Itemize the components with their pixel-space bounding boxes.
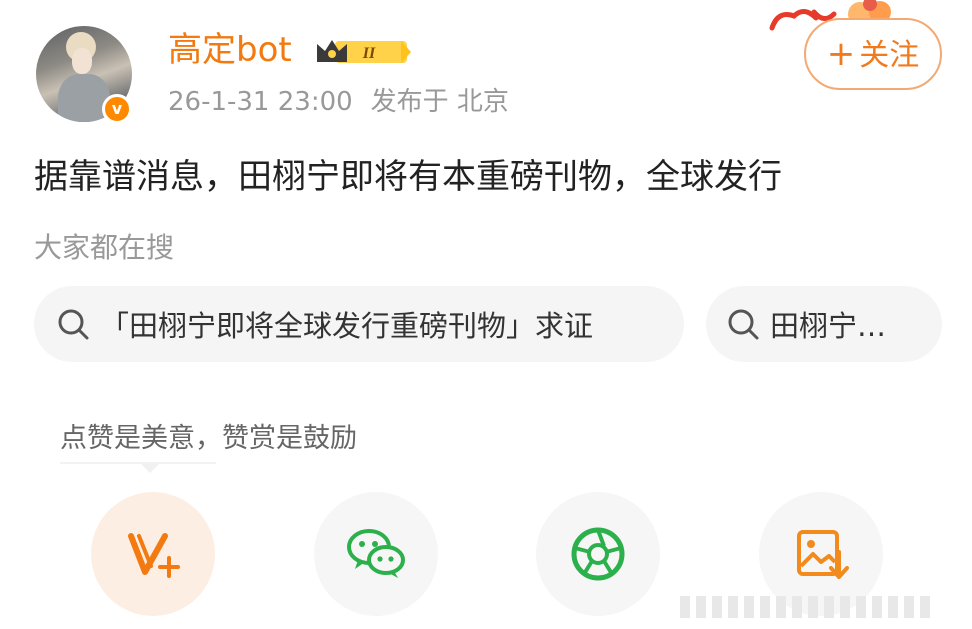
save-image-icon (797, 530, 849, 579)
trending-search-label: 大家都在搜 (34, 231, 175, 264)
search-chip-text: 「田栩宁即将全球发行重磅刊物」求证 (100, 309, 594, 343)
plus-icon: + (826, 34, 856, 74)
tip-arrow-icon (140, 463, 160, 473)
search-icon (728, 309, 759, 340)
reward-v-icon (128, 533, 180, 578)
moments-icon (571, 527, 625, 581)
wechat-icon (347, 529, 405, 578)
search-icon (58, 309, 89, 340)
post-timestamp: 26-1-31 23:00 (168, 87, 353, 117)
search-chip[interactable]: 田栩宁… (706, 286, 942, 362)
search-chip-text: 田栩宁… (770, 309, 887, 343)
post-location: 发布于 北京 (370, 87, 509, 117)
avatar-face (72, 48, 92, 74)
level-badge-text: II (362, 45, 376, 62)
reward-tip: 点赞是美意，赞赏是鼓励 (60, 423, 357, 454)
follow-button[interactable]: + 关注 (804, 18, 942, 90)
verified-badge-icon: v (102, 94, 132, 124)
post-meta: 26-1-31 23:00 发布于 北京 (168, 84, 509, 120)
post-text: 据靠谱消息，田栩宁即将有本重磅刊物，全球发行 (34, 157, 782, 197)
tip-divider (60, 462, 216, 464)
watermark-pattern-icon (680, 596, 930, 618)
level-crown-icon[interactable]: II (315, 36, 411, 66)
share-moments-button[interactable] (536, 492, 660, 616)
follow-label: 关注 (859, 38, 920, 73)
reward-button[interactable] (91, 492, 215, 616)
search-chip[interactable]: 「田栩宁即将全球发行重磅刊物」求证 (34, 286, 684, 362)
share-wechat-button[interactable] (314, 492, 438, 616)
username[interactable]: 高定bot (168, 30, 292, 70)
